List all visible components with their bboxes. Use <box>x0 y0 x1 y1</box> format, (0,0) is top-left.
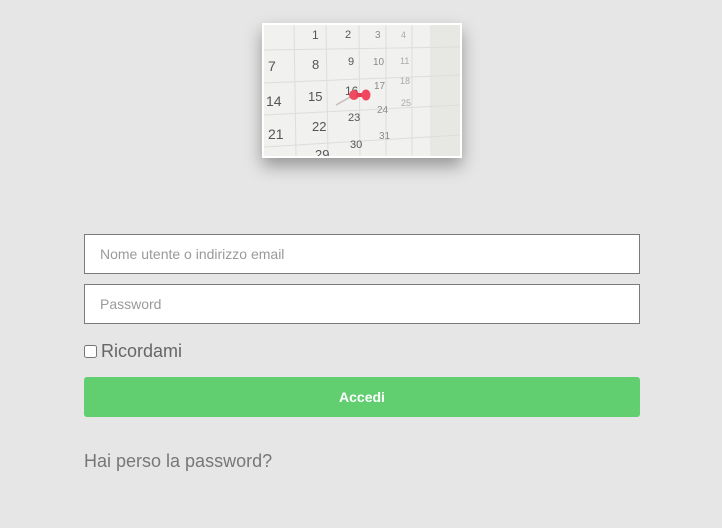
calendar-number: 18 <box>400 76 410 86</box>
calendar-number: 2 <box>345 29 351 41</box>
login-form: Ricordami Accedi Hai perso la password? <box>84 234 640 472</box>
login-page: 1 2 3 4 7 8 9 10 11 14 15 16 17 18 21 22… <box>0 0 722 528</box>
remember-me-checkbox[interactable] <box>84 344 97 358</box>
calendar-number: 31 <box>379 131 391 142</box>
calendar-number: 21 <box>268 126 284 142</box>
lost-password-link[interactable]: Hai perso la password? <box>84 451 272 472</box>
calendar-number: 7 <box>268 58 276 74</box>
calendar-number: 9 <box>348 56 354 68</box>
calendar-number: 1 <box>312 28 319 42</box>
password-input[interactable] <box>84 284 640 324</box>
calendar-number: 23 <box>348 112 360 124</box>
site-logo: 1 2 3 4 7 8 9 10 11 14 15 16 17 18 21 22… <box>262 23 462 158</box>
calendar-number: 17 <box>374 81 386 92</box>
remember-me-label[interactable]: Ricordami <box>101 341 182 362</box>
calendar-number: 24 <box>377 105 389 116</box>
remember-me-row: Ricordami <box>84 341 640 361</box>
calendar-number: 11 <box>400 56 409 66</box>
calendar-number: 3 <box>375 30 381 41</box>
calendar-number: 25 <box>401 98 411 108</box>
calendar-number: 15 <box>308 89 322 104</box>
calendar-number: 29 <box>315 147 329 156</box>
calendar-number: 14 <box>266 93 282 109</box>
calendar-number: 8 <box>312 57 319 72</box>
calendar-number: 4 <box>401 30 406 40</box>
calendar-number: 30 <box>350 139 362 151</box>
calendar-with-pin-icon: 1 2 3 4 7 8 9 10 11 14 15 16 17 18 21 22… <box>264 25 460 156</box>
calendar-number: 10 <box>373 57 385 68</box>
username-input[interactable] <box>84 234 640 274</box>
login-button[interactable]: Accedi <box>84 377 640 417</box>
calendar-number: 22 <box>312 119 326 134</box>
